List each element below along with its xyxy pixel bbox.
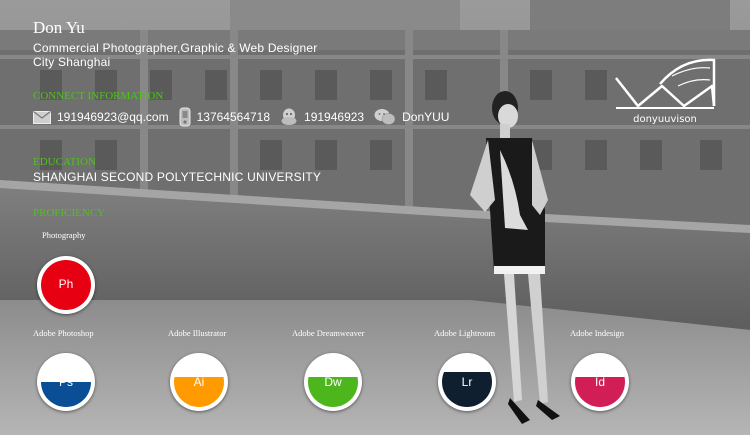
contact-qq[interactable]: 191946923 <box>280 108 364 126</box>
contact-wechat[interactable]: DonYUU <box>374 108 449 126</box>
wechat-icon <box>374 109 396 125</box>
profile-title: Commercial Photographer,Graphic & Web De… <box>33 41 318 55</box>
skill-label-lightroom: Adobe Lightroom <box>434 328 496 338</box>
indesign-badge: Id <box>571 353 629 411</box>
badge-abbr: Ph <box>58 277 74 291</box>
badge-abbr: Ps <box>58 375 73 389</box>
dreamweaver-badge: Dw <box>304 353 362 411</box>
skill-label-illustrator: Adobe Illustrator <box>168 328 227 338</box>
badge-abbr: Id <box>594 375 605 389</box>
badge-abbr: Lr <box>461 375 473 389</box>
qq-penguin-icon <box>281 108 297 125</box>
phone-text: 13764564718 <box>196 110 271 124</box>
contact-heading: CONNECT INFORMATION <box>33 90 164 102</box>
phone-icon <box>179 107 191 127</box>
profile-name: Don Yu <box>33 18 85 37</box>
wechat-text: DonYUU <box>402 110 450 124</box>
badge-abbr: Dw <box>324 375 342 389</box>
logo-text: donyuuvison <box>633 114 697 125</box>
donyuuvison-logo: donyuuvison <box>615 58 716 125</box>
skill-label-dreamweaver: Adobe Dreamweaver <box>292 328 365 338</box>
contact-row: 191946923@qq.com 13764564718 191946923 D… <box>33 107 459 127</box>
envelope-icon <box>33 110 51 124</box>
lightroom-badge: Lr <box>438 353 496 411</box>
education-heading: EDUCATION <box>33 156 96 168</box>
education-school: SHANGHAI SECOND POLYTECHNIC UNIVERSITY <box>33 170 322 184</box>
photography-label: Photography <box>42 230 86 240</box>
skill-label-indesign: Adobe Indesign <box>570 328 625 338</box>
skill-label-photoshop: Adobe Photoshop <box>33 328 94 338</box>
photography-badge: Ph <box>37 256 95 314</box>
contact-email[interactable]: 191946923@qq.com <box>33 110 169 124</box>
contact-phone[interactable]: 13764564718 <box>179 107 270 127</box>
proficiency-heading: PROFICIENCY <box>33 207 106 219</box>
illustrator-badge: Ai <box>170 353 228 411</box>
badge-abbr: Ai <box>193 375 205 389</box>
qq-text: 191946923 <box>304 110 365 124</box>
photoshop-badge: Ps <box>37 353 95 411</box>
email-text: 191946923@qq.com <box>57 110 169 124</box>
profile-city: City Shanghai <box>33 55 111 69</box>
